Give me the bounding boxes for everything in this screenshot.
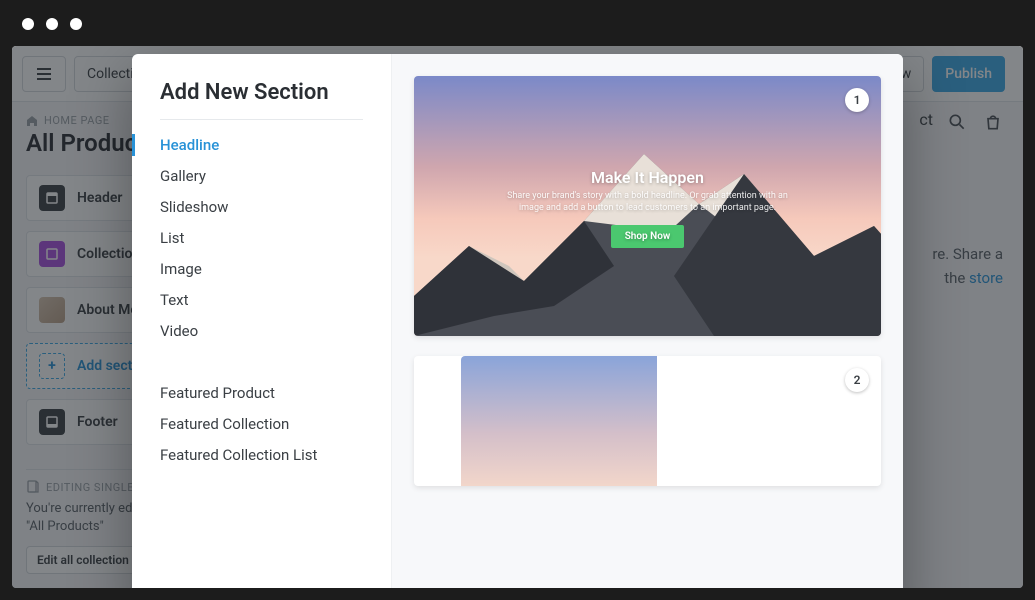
hero-subtext: Share your brand's story with a bold hea… — [498, 191, 798, 214]
window-dot — [46, 18, 58, 30]
modal-preview-pane: 1 Make It Happen Share your brand's stor… — [392, 54, 903, 588]
window-controls — [0, 0, 1035, 48]
section-type-list: Headline Gallery Slideshow List Image Te… — [160, 136, 363, 464]
preview-card-1[interactable]: 1 Make It Happen Share your brand's stor… — [414, 76, 881, 336]
app-frame: Collection Page ▾ + Add ▾ Preview Publis… — [12, 46, 1023, 588]
hero-cta-button[interactable]: Shop Now — [611, 225, 685, 248]
hero-preview: Make It Happen Share your brand's story … — [414, 76, 881, 336]
preview-badge: 2 — [845, 368, 869, 392]
section-type-featured-product[interactable]: Featured Product — [160, 384, 363, 402]
section-type-featured-collection-list[interactable]: Featured Collection List — [160, 446, 363, 464]
hero-text: Make It Happen Share your brand's story … — [414, 168, 881, 248]
section-type-image[interactable]: Image — [160, 260, 363, 278]
modal-sidebar: Add New Section Headline Gallery Slidesh… — [132, 54, 392, 588]
section-type-headline[interactable]: Headline — [160, 136, 363, 154]
window-dot — [70, 18, 82, 30]
section-type-gallery[interactable]: Gallery — [160, 167, 363, 185]
section-type-text[interactable]: Text — [160, 291, 363, 309]
section-type-featured-collection[interactable]: Featured Collection — [160, 415, 363, 433]
preview-card-2[interactable]: 2 — [414, 356, 881, 486]
section-type-list[interactable]: List — [160, 229, 363, 247]
preview2-image — [461, 356, 657, 486]
section-type-video[interactable]: Video — [160, 322, 363, 340]
preview-badge: 1 — [845, 88, 869, 112]
window-dot — [22, 18, 34, 30]
section-type-slideshow[interactable]: Slideshow — [160, 198, 363, 216]
hero-headline: Make It Happen — [414, 168, 881, 187]
modal-title: Add New Section — [160, 80, 363, 105]
add-section-modal: Add New Section Headline Gallery Slidesh… — [132, 54, 903, 588]
